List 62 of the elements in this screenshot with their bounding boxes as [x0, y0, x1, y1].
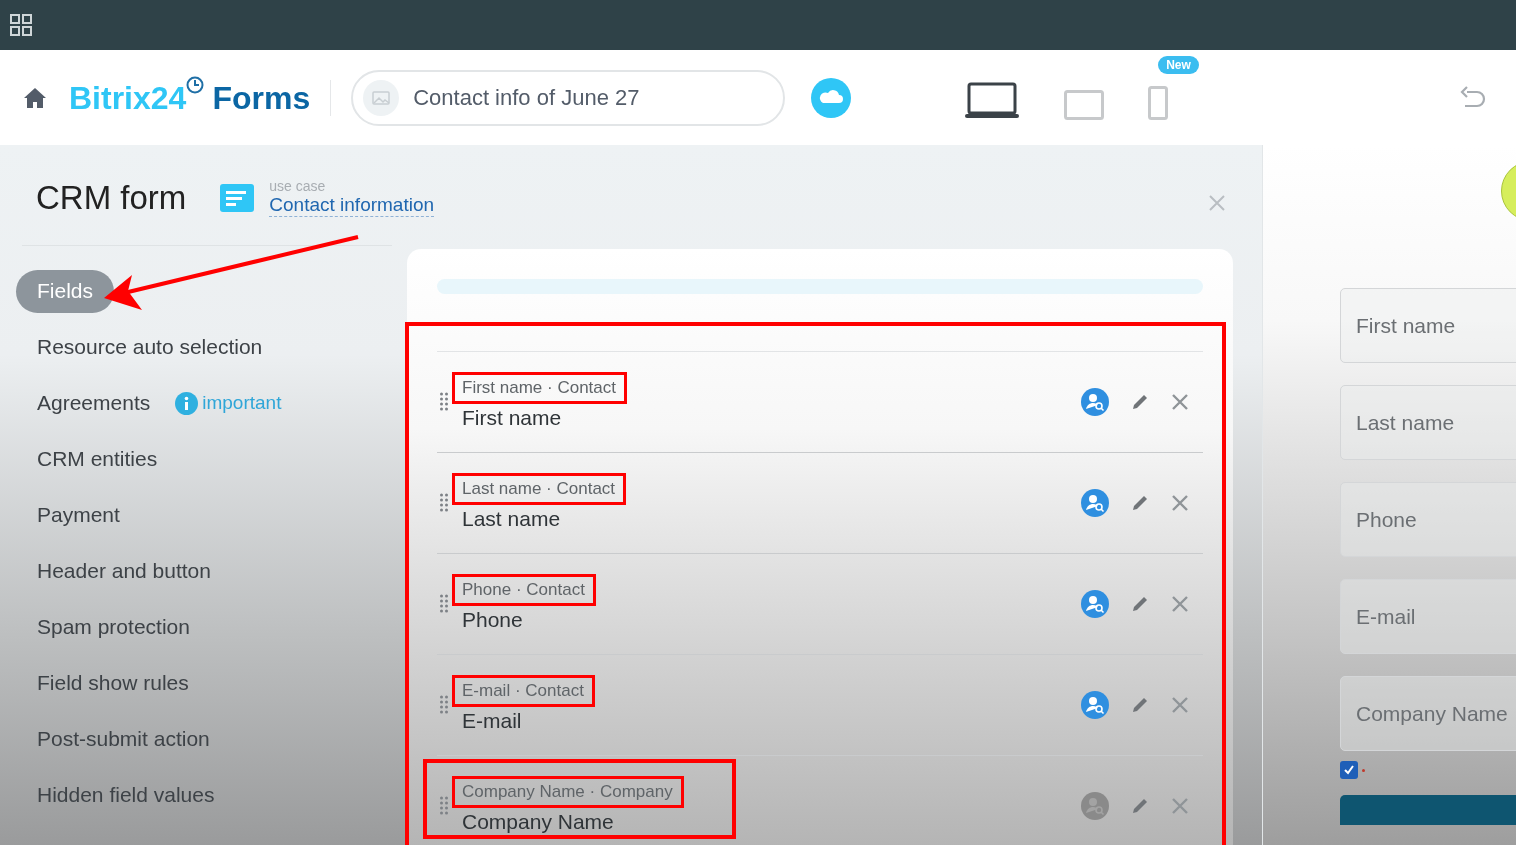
form-name: Contact info of June 27	[413, 84, 640, 112]
preview-input[interactable]: Company Name	[1340, 676, 1516, 751]
field-type: Last name · Contact	[452, 472, 627, 505]
field-name: Phone	[462, 606, 524, 633]
sidebar-item[interactable]: CRM entities	[22, 437, 173, 481]
drag-handle-icon[interactable]	[440, 593, 448, 614]
preview-input[interactable]: First name	[1340, 288, 1516, 363]
close-icon[interactable]	[1208, 193, 1226, 212]
laptop-icon	[964, 81, 1021, 120]
field-name: E-mail	[462, 707, 523, 734]
sidebar-item[interactable]: Agreements	[22, 381, 166, 425]
sidebar-item[interactable]: Resource auto selection	[22, 325, 278, 369]
close-icon[interactable]	[1171, 493, 1189, 512]
field-name: First name	[462, 404, 563, 431]
use-case-label: use case	[269, 178, 327, 195]
field-name: Last name	[462, 505, 562, 532]
use-case-link[interactable]: Contact information	[269, 194, 435, 218]
drag-handle-icon[interactable]	[440, 694, 448, 715]
form-name-field[interactable]: Contact info of June 27	[351, 69, 786, 126]
brand-name: Bitrix24	[69, 78, 187, 118]
field-type: E-mail · Contact	[452, 674, 595, 707]
person-search-icon[interactable]	[1081, 690, 1109, 719]
undo-icon[interactable]	[1460, 85, 1486, 110]
sidebar-item[interactable]: Post-submit action	[22, 717, 225, 761]
consent-checkbox[interactable]	[1340, 761, 1358, 779]
home-icon[interactable]	[23, 86, 47, 109]
field-type: First name · Contact	[452, 371, 627, 404]
person-search-icon[interactable]	[1081, 589, 1109, 618]
brand-product: Forms	[212, 78, 311, 118]
close-icon[interactable]	[1171, 796, 1189, 815]
drag-handle-icon[interactable]	[440, 795, 448, 816]
field-type: Phone · Contact	[452, 573, 596, 606]
apps-grid-icon[interactable]	[10, 14, 32, 36]
preview-input[interactable]: Last name	[1340, 385, 1516, 460]
sidebar-item[interactable]: Header and button	[22, 549, 226, 593]
clock-icon	[186, 75, 205, 94]
field-name: Company Name	[462, 808, 615, 835]
drag-handle-icon[interactable]	[440, 391, 448, 412]
person-search-icon[interactable]	[1081, 488, 1109, 517]
tablet-icon	[1064, 89, 1105, 120]
close-icon[interactable]	[1171, 594, 1189, 613]
sidebar-item[interactable]: Spam protection	[22, 605, 205, 649]
preview-input[interactable]: Phone	[1340, 482, 1516, 557]
sidebar-item[interactable]: Payment	[22, 493, 135, 537]
phone-icon	[1148, 85, 1169, 120]
sidebar-item[interactable]: Field show rules	[22, 661, 204, 705]
sidebar-item[interactable]: Hidden field values	[22, 773, 230, 817]
new-badge: New	[1158, 55, 1199, 74]
check-icon	[1343, 764, 1355, 776]
cloud-icon[interactable]	[811, 77, 852, 118]
close-icon[interactable]	[1171, 392, 1189, 411]
image-icon	[363, 79, 400, 116]
close-icon[interactable]	[1171, 695, 1189, 714]
person-search-icon[interactable]	[1081, 791, 1109, 820]
person-search-icon[interactable]	[1081, 387, 1109, 416]
important-label: important	[202, 390, 282, 415]
document-icon	[220, 183, 255, 212]
preview-input[interactable]: E-mail	[1340, 579, 1516, 654]
drag-handle-icon[interactable]	[440, 492, 448, 513]
info-icon	[175, 391, 199, 415]
panel-title: CRM form	[36, 178, 187, 218]
field-type: Company Name · Company	[452, 775, 684, 808]
